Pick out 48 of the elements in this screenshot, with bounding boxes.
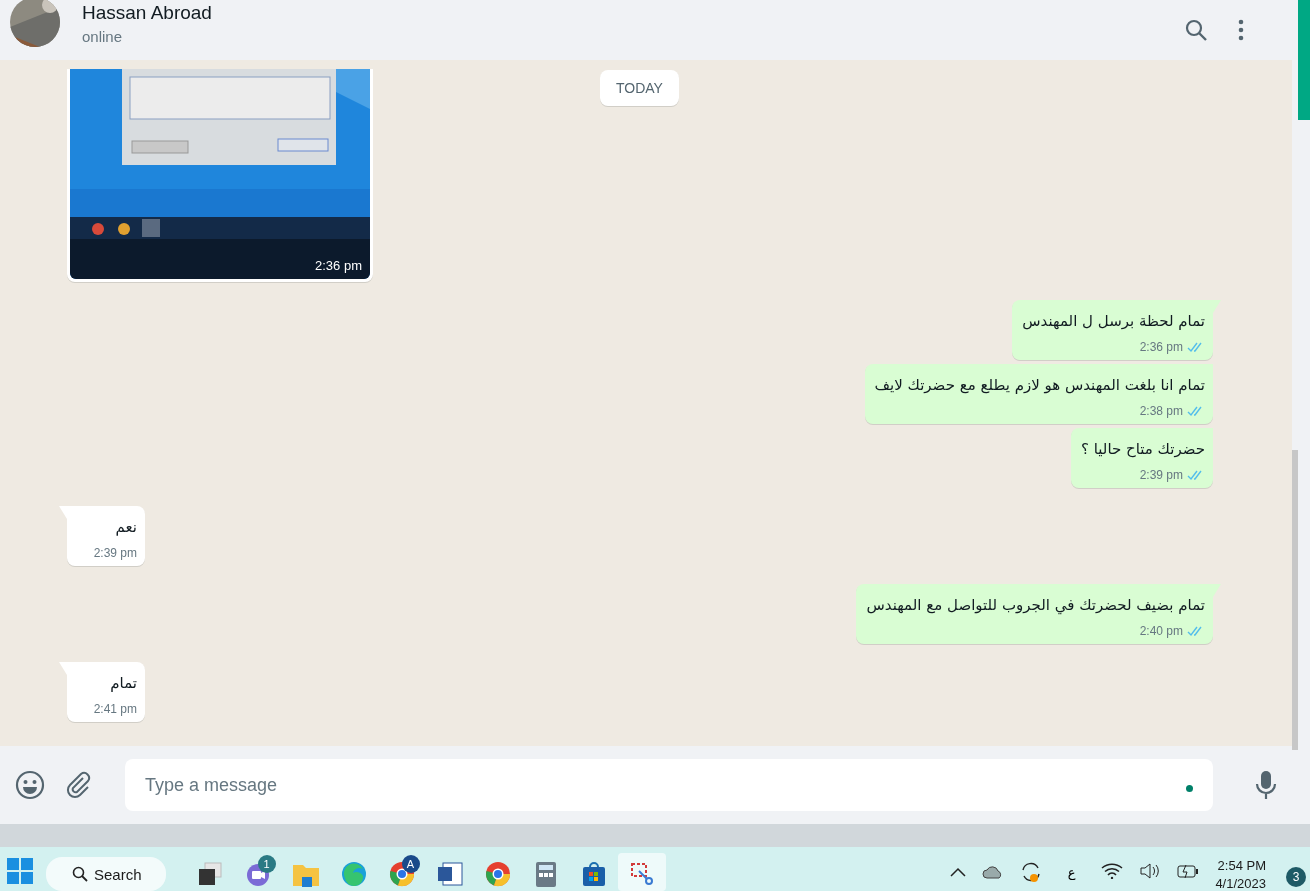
scrollbar-thumb[interactable] xyxy=(1292,450,1298,750)
search-button[interactable]: Search xyxy=(46,857,166,891)
message-time: 2:39 pm xyxy=(93,546,137,561)
count-badge: 1 xyxy=(257,855,276,874)
message-input[interactable]: Type a message xyxy=(125,759,1213,812)
browser-icon[interactable] xyxy=(484,861,511,888)
document-icon[interactable] xyxy=(436,861,463,888)
scissors-icon[interactable] xyxy=(628,861,655,888)
date-chip: TODAY xyxy=(600,70,679,106)
search-icon xyxy=(72,866,88,883)
image-message[interactable]: 2:36 pm xyxy=(67,69,373,283)
message-time: 2:39 pm xyxy=(1139,468,1183,483)
search-icon[interactable] xyxy=(1184,18,1208,42)
message-text: تمام لحظة برسل ل المهندس xyxy=(1022,311,1205,333)
contact-name: Hassan Abroad xyxy=(82,1,213,24)
status-dot xyxy=(1186,785,1193,793)
message-text: تمام انا بلغت المهندس هو لازم يطلع مع حضرتك لايف xyxy=(874,375,1205,397)
paperclip-icon[interactable] xyxy=(65,771,93,800)
message-text: تمام بضيف لحضرتك في الجروب للتواصل مع المهندس xyxy=(866,595,1205,617)
chevron-up-icon[interactable] xyxy=(949,867,966,878)
message-time: 2:41 pm xyxy=(93,702,137,717)
cloud-icon[interactable] xyxy=(981,865,1004,880)
scrollbar-thumb[interactable] xyxy=(1298,0,1310,120)
clock-date[interactable]: 4/1/2023 xyxy=(1215,875,1266,891)
shopping-bag-icon[interactable] xyxy=(580,861,607,888)
message-text: حضرتك متاح حاليا ؟ xyxy=(1081,439,1205,461)
calculator-icon[interactable] xyxy=(534,861,557,888)
windows-logo-icon[interactable] xyxy=(6,857,34,886)
battery-icon[interactable] xyxy=(1177,863,1200,880)
windows-icon[interactable] xyxy=(196,861,223,888)
microphone-icon[interactable] xyxy=(1255,770,1277,801)
message-time: 2:38 pm xyxy=(1139,404,1183,419)
keyboard-language[interactable]: ع xyxy=(1067,865,1076,881)
message-time: 2:36 pm xyxy=(315,258,362,274)
avatar[interactable] xyxy=(10,0,60,47)
clock-time[interactable]: 2:54 PM xyxy=(1217,857,1266,876)
wifi-icon[interactable] xyxy=(1101,863,1124,880)
count-badge: A xyxy=(401,855,420,874)
contact-status: online xyxy=(82,27,124,45)
volume-icon[interactable] xyxy=(1139,863,1162,880)
message-text: نعم xyxy=(114,517,137,539)
menu-icon[interactable] xyxy=(1238,19,1244,41)
message-text: تمام xyxy=(109,673,137,695)
sync-icon[interactable] xyxy=(1019,861,1042,884)
emoji-icon[interactable] xyxy=(15,770,45,801)
message-time: 2:36 pm xyxy=(1139,340,1183,355)
message-time: 2:40 pm xyxy=(1139,624,1183,639)
notification-badge[interactable]: 3 xyxy=(1286,867,1306,888)
